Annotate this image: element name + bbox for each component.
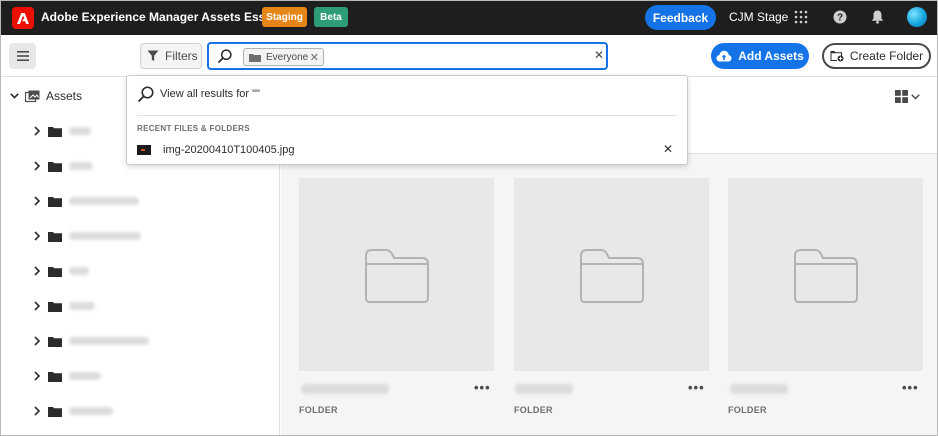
tree-root-label: Assets	[46, 89, 83, 103]
chevron-right-icon[interactable]	[33, 161, 41, 171]
view-all-results-link[interactable]: View all results for ""	[138, 86, 260, 102]
tree-root-assets[interactable]: Assets	[10, 89, 82, 103]
hamburger-icon	[16, 51, 29, 61]
folder-icon	[793, 248, 858, 303]
search-icon	[218, 49, 232, 66]
folder-name-redacted	[69, 372, 101, 380]
chevron-right-icon[interactable]	[33, 266, 41, 276]
folder-icon	[48, 231, 62, 242]
tree-item-folder[interactable]	[33, 157, 93, 175]
divider	[137, 115, 677, 116]
folder-icon	[48, 126, 62, 137]
remove-tag-icon[interactable]: ✕	[310, 51, 319, 64]
org-switcher[interactable]: CJM Stage	[729, 10, 788, 24]
folder-name-redacted	[69, 197, 139, 205]
folder-name-redacted	[69, 232, 141, 240]
beta-badge: Beta	[314, 7, 348, 27]
tree-item-folder[interactable]	[33, 227, 141, 245]
add-assets-label: Add Assets	[738, 49, 804, 63]
create-folder-label: Create Folder	[849, 49, 924, 63]
create-folder-button[interactable]: Create Folder	[822, 43, 931, 69]
cloud-upload-icon	[716, 50, 732, 62]
tree-item-folder[interactable]	[33, 402, 113, 420]
chevron-down-icon	[911, 93, 920, 100]
tree-item-folder[interactable]	[33, 332, 149, 350]
assets-library-icon	[25, 90, 40, 102]
view-all-label: View all results for ""	[160, 88, 260, 100]
folder-name-redacted	[69, 302, 95, 310]
add-assets-button[interactable]: Add Assets	[711, 43, 809, 69]
card-name-redacted	[730, 384, 788, 394]
folder-card-thumbnail[interactable]	[514, 178, 709, 371]
card-name-redacted	[301, 384, 389, 394]
folder-icon	[48, 406, 62, 417]
folder-name-redacted	[69, 407, 113, 415]
folder-icon	[48, 196, 62, 207]
chevron-right-icon[interactable]	[33, 196, 41, 206]
staging-badge: Staging	[262, 7, 307, 27]
filter-funnel-icon	[147, 50, 159, 61]
tree-item-folder[interactable]	[33, 192, 139, 210]
grid-view-icon	[895, 90, 908, 103]
tree-item-folder[interactable]	[33, 122, 91, 140]
more-actions-icon[interactable]: •••	[902, 380, 918, 395]
tree-item-folder[interactable]	[33, 297, 95, 315]
folder-name-redacted	[69, 162, 93, 170]
folder-card-thumbnail[interactable]	[728, 178, 923, 371]
adobe-logo-icon[interactable]	[12, 7, 34, 29]
apps-grid-icon[interactable]	[792, 8, 810, 26]
folder-icon	[48, 301, 62, 312]
folder-icon	[48, 266, 62, 277]
clear-search-icon[interactable]: ✕	[594, 48, 604, 62]
tree-item-folder[interactable]	[33, 367, 101, 385]
folder-name-redacted	[69, 127, 91, 135]
remove-recent-icon[interactable]: ✕	[663, 142, 673, 156]
recent-file-name: img-20200410T100405.jpg	[163, 144, 295, 156]
folder-icon	[364, 248, 429, 303]
folder-icon	[48, 161, 62, 172]
chevron-right-icon[interactable]	[33, 231, 41, 241]
chevron-right-icon[interactable]	[33, 126, 41, 136]
image-thumbnail	[137, 145, 151, 155]
tree-item-folder[interactable]	[33, 262, 89, 280]
folder-add-icon	[830, 51, 844, 62]
folder-icon	[48, 336, 62, 347]
filters-label: Filters	[165, 49, 198, 63]
chevron-right-icon[interactable]	[33, 371, 41, 381]
recent-file-item[interactable]: img-20200410T100405.jpg ✕	[137, 142, 679, 158]
folder-icon	[48, 371, 62, 382]
search-icon	[138, 86, 154, 102]
chevron-right-icon[interactable]	[33, 301, 41, 311]
filters-button[interactable]: Filters	[140, 43, 202, 69]
chevron-down-icon	[10, 93, 19, 99]
user-avatar[interactable]	[907, 7, 927, 27]
feedback-button[interactable]: Feedback	[645, 5, 716, 30]
search-scope-tag[interactable]: Everyone ✕	[243, 48, 324, 66]
notifications-bell-icon[interactable]	[868, 8, 886, 26]
card-type-label: FOLDER	[728, 405, 767, 415]
help-icon[interactable]: ?	[831, 8, 849, 26]
toolbar: Filters Everyone ✕ ✕ Add Assets Create F…	[0, 35, 938, 77]
card-name-redacted	[515, 384, 573, 394]
search-field[interactable]: Everyone ✕ ✕	[207, 42, 608, 70]
chevron-right-icon[interactable]	[33, 336, 41, 346]
app-header: Adobe Experience Manager Assets Essentia…	[0, 0, 938, 35]
view-switcher[interactable]	[895, 90, 920, 103]
search-suggestions-popover: View all results for "" RECENT FILES & F…	[126, 75, 688, 165]
more-actions-icon[interactable]: •••	[688, 380, 704, 395]
more-actions-icon[interactable]: •••	[474, 380, 490, 395]
card-type-label: FOLDER	[299, 405, 338, 415]
recent-section-heading: RECENT FILES & FOLDERS	[137, 124, 250, 133]
folder-name-redacted	[69, 337, 149, 345]
folder-name-redacted	[69, 267, 89, 275]
folder-icon	[249, 53, 261, 62]
svg-text:?: ?	[837, 13, 843, 24]
hamburger-menu-button[interactable]	[9, 43, 36, 69]
folder-card-thumbnail[interactable]	[299, 178, 494, 371]
chevron-right-icon[interactable]	[33, 406, 41, 416]
card-type-label: FOLDER	[514, 405, 553, 415]
search-input[interactable]	[329, 48, 589, 66]
search-scope-label: Everyone	[266, 51, 309, 63]
folder-icon	[579, 248, 644, 303]
